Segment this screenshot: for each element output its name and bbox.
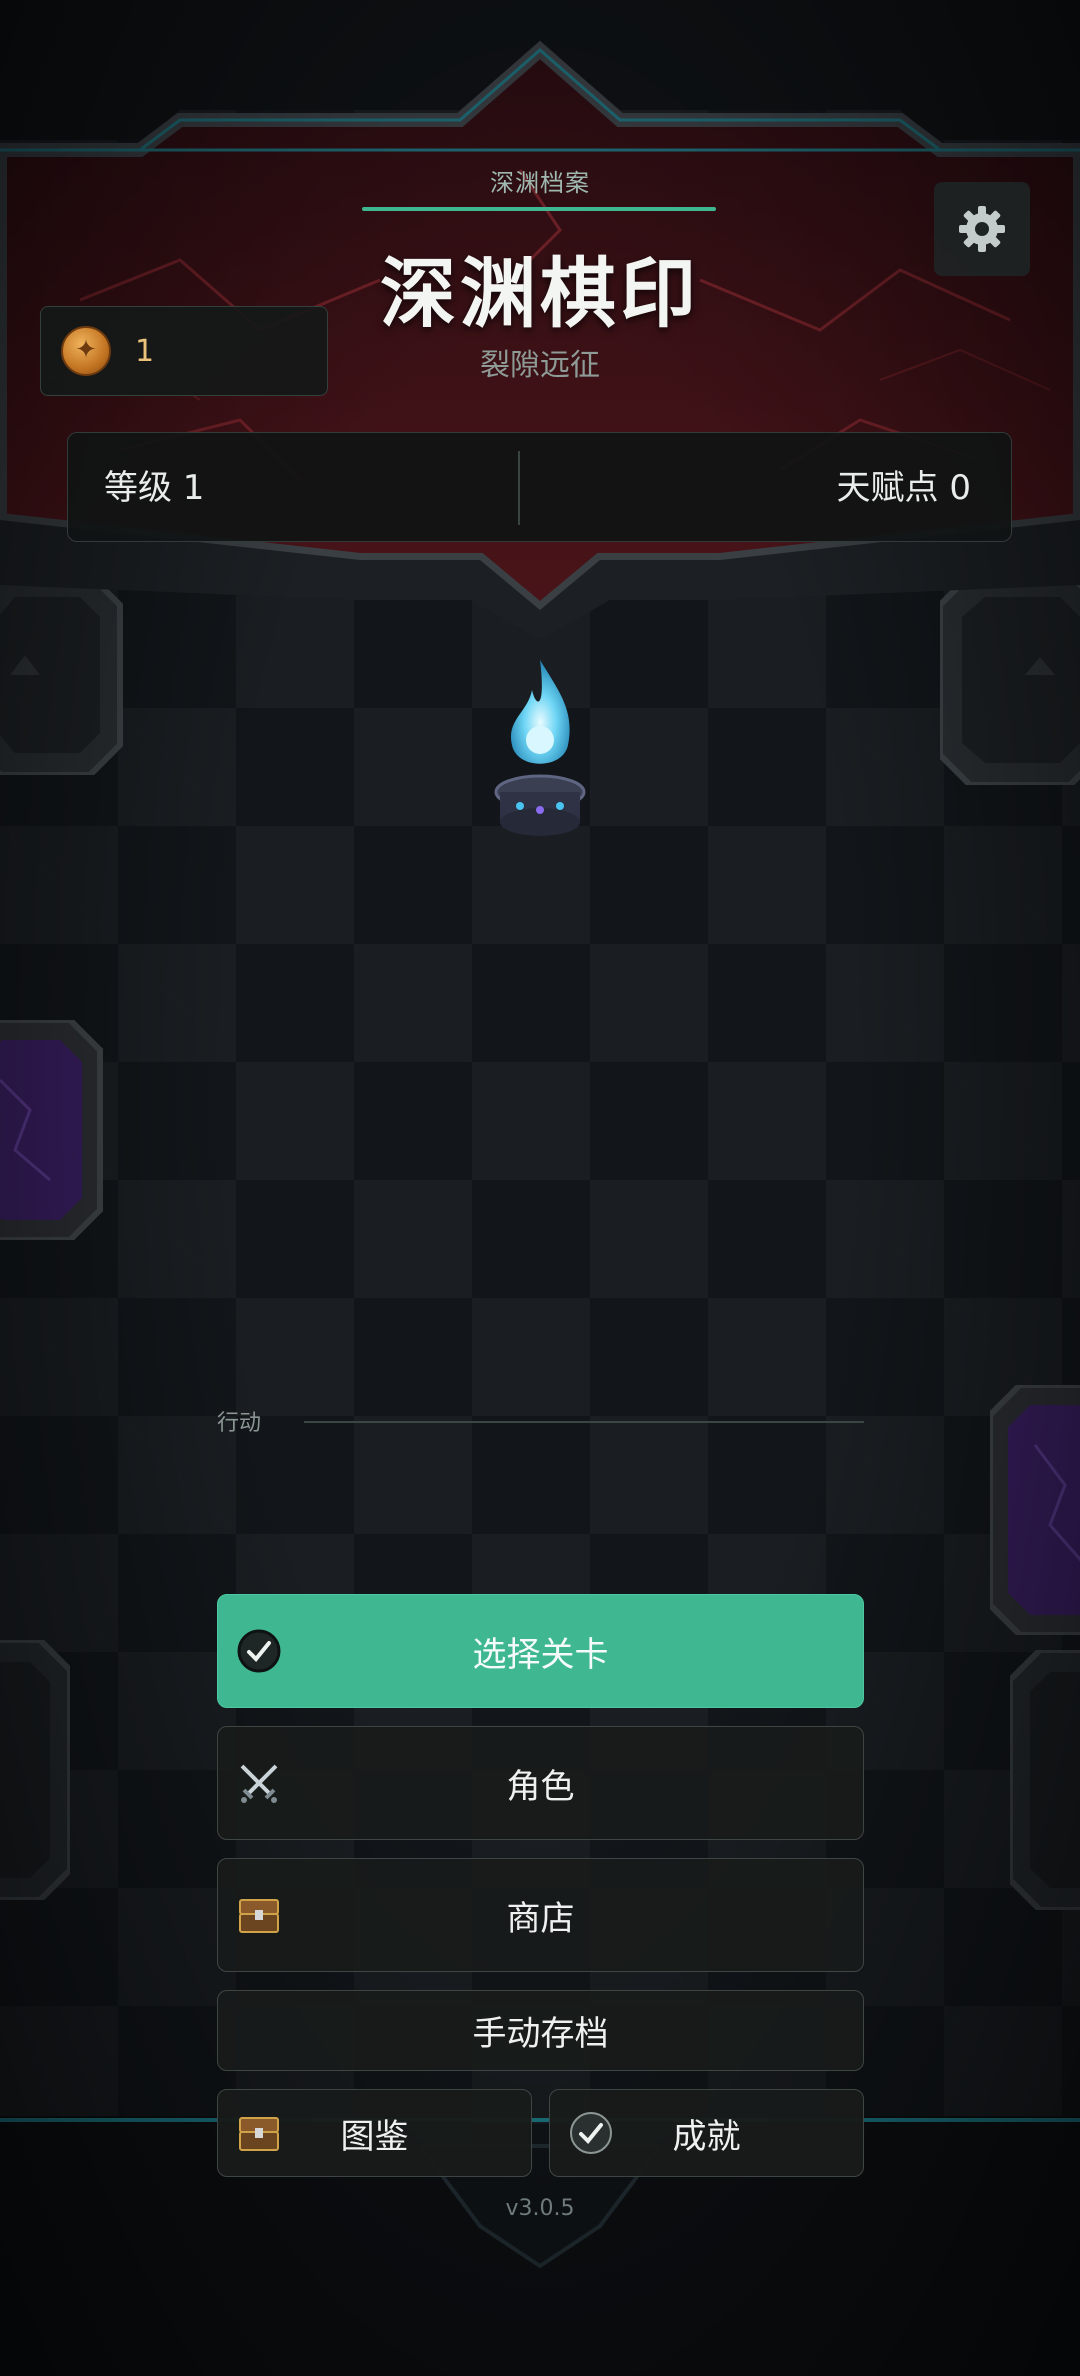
treasure-chest-icon bbox=[239, 2117, 279, 2151]
stats-divider bbox=[518, 451, 520, 525]
treasure-chest-icon bbox=[239, 1899, 279, 1933]
checkmark-icon bbox=[570, 2112, 612, 2154]
title-underline bbox=[362, 207, 716, 211]
player-stats-panel: 等级 1 天赋点 0 bbox=[67, 432, 1012, 542]
select-stage-button[interactable]: 选择关卡 bbox=[217, 1594, 864, 1708]
character-label: 角色 bbox=[506, 1766, 575, 1807]
manual-save-button[interactable]: 手动存档 bbox=[217, 1990, 864, 2071]
actions-section-label: 行动 bbox=[217, 1411, 262, 1436]
checkmark-icon bbox=[237, 1629, 281, 1673]
codex-button[interactable]: 图鉴 bbox=[217, 2089, 532, 2177]
currency-panel: 1 bbox=[40, 306, 328, 396]
gear-icon bbox=[959, 206, 1005, 252]
codex-label: 图鉴 bbox=[340, 2116, 409, 2157]
manual-save-label: 手动存档 bbox=[472, 2014, 609, 2054]
rune-coin-icon bbox=[61, 326, 111, 376]
coin-count: 1 bbox=[135, 333, 155, 369]
shop-button[interactable]: 商店 bbox=[217, 1858, 864, 1972]
achievements-button[interactable]: 成就 bbox=[549, 2089, 864, 2177]
version-label: v3.0.5 bbox=[505, 2196, 575, 2221]
settings-button[interactable] bbox=[934, 182, 1030, 276]
character-button[interactable]: 角色 bbox=[217, 1726, 864, 1840]
blue-flame-brazier bbox=[494, 660, 586, 836]
achievements-label: 成就 bbox=[672, 2116, 741, 2157]
shop-label: 商店 bbox=[506, 1898, 575, 1939]
player-level: 等级 1 bbox=[104, 468, 205, 508]
select-stage-label: 选择关卡 bbox=[472, 1634, 609, 1675]
talent-points: 天赋点 0 bbox=[836, 468, 971, 508]
actions-section-line bbox=[304, 1421, 864, 1423]
crossed-swords-icon bbox=[240, 1764, 278, 1803]
archive-label: 深渊档案 bbox=[490, 169, 590, 197]
